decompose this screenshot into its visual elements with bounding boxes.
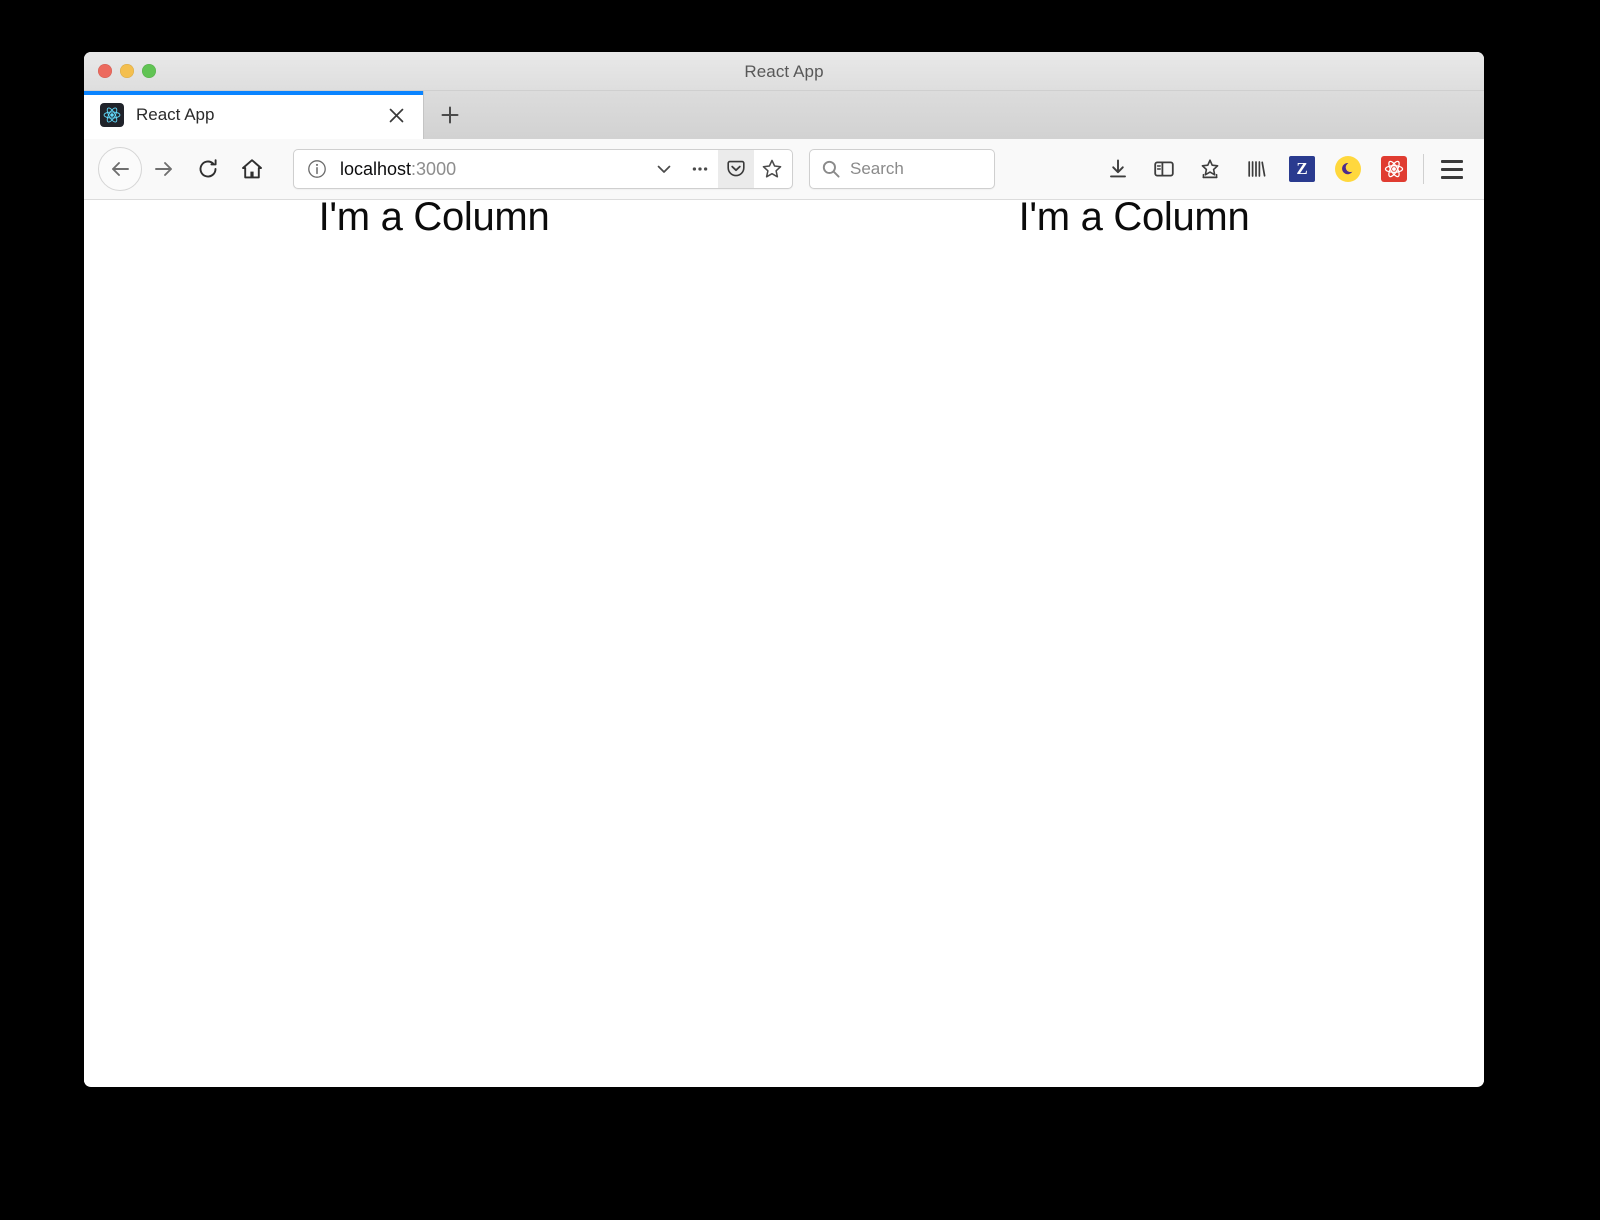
close-icon[interactable] bbox=[383, 102, 409, 128]
star-outline-icon[interactable] bbox=[754, 150, 790, 188]
tab-label: React App bbox=[136, 105, 383, 125]
new-tab-button[interactable] bbox=[424, 91, 476, 139]
menu-line-middle bbox=[1441, 168, 1463, 171]
window-titlebar: React App bbox=[84, 52, 1484, 91]
chevron-down-icon[interactable] bbox=[646, 150, 682, 188]
menu-line-top bbox=[1441, 160, 1463, 163]
url-port: :3000 bbox=[411, 159, 456, 179]
reload-icon bbox=[196, 157, 220, 181]
url-host: localhost bbox=[340, 159, 411, 179]
hamburger-menu-icon[interactable] bbox=[1432, 147, 1472, 191]
library-icon[interactable] bbox=[1233, 147, 1279, 191]
url-text[interactable]: localhost:3000 bbox=[340, 159, 646, 180]
sidebar-icon[interactable] bbox=[1141, 147, 1187, 191]
column-heading: I'm a Column bbox=[319, 200, 550, 242]
zotero-icon[interactable]: Z bbox=[1279, 147, 1325, 191]
pocket-icon[interactable] bbox=[718, 150, 754, 188]
dark-mode-moon-icon[interactable] bbox=[1325, 147, 1371, 191]
tab-react-app[interactable]: React App bbox=[84, 91, 424, 139]
tab-strip: React App bbox=[84, 91, 1484, 139]
plus-icon bbox=[438, 103, 462, 127]
navigation-toolbar: localhost:3000 bbox=[84, 139, 1484, 200]
search-icon bbox=[820, 158, 842, 180]
home-button[interactable] bbox=[230, 147, 274, 191]
arrow-right-icon bbox=[152, 157, 176, 181]
menu-line-bottom bbox=[1441, 176, 1463, 179]
browser-window: React App React App bbox=[84, 52, 1484, 1087]
page-content: I'm a Column I'm a Column bbox=[84, 200, 1484, 1086]
ellipsis-icon[interactable] bbox=[682, 150, 718, 188]
forward-button[interactable] bbox=[142, 147, 186, 191]
info-circle-icon[interactable] bbox=[306, 158, 328, 180]
moon-badge bbox=[1335, 156, 1361, 182]
search-input[interactable]: Search bbox=[850, 159, 904, 179]
window-title: React App bbox=[84, 62, 1484, 82]
react-devtools-icon[interactable] bbox=[1371, 147, 1417, 191]
reload-button[interactable] bbox=[186, 147, 230, 191]
column-2: I'm a Column bbox=[784, 200, 1484, 242]
column-heading: I'm a Column bbox=[1019, 200, 1250, 242]
toolbar-divider bbox=[1423, 154, 1424, 184]
url-bar[interactable]: localhost:3000 bbox=[293, 149, 793, 189]
columns-row: I'm a Column I'm a Column bbox=[84, 200, 1484, 242]
toolbar-right: Z bbox=[1095, 147, 1472, 191]
zotero-badge-label: Z bbox=[1289, 156, 1315, 182]
downloads-icon[interactable] bbox=[1095, 147, 1141, 191]
search-bar[interactable]: Search bbox=[809, 149, 995, 189]
arrow-left-icon bbox=[108, 157, 132, 181]
back-button[interactable] bbox=[98, 147, 142, 191]
column-1: I'm a Column bbox=[84, 200, 784, 242]
pocket-save-icon[interactable] bbox=[1187, 147, 1233, 191]
react-devtools-badge bbox=[1381, 156, 1407, 182]
home-icon bbox=[240, 157, 264, 181]
react-logo-icon bbox=[100, 103, 124, 127]
